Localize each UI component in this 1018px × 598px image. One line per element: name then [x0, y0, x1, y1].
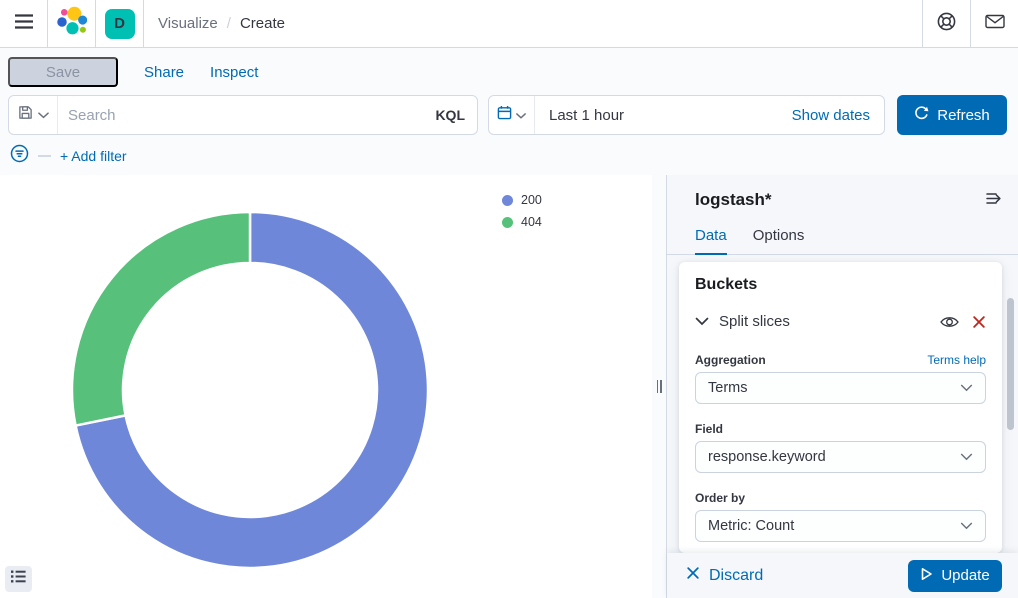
refresh-label: Refresh — [937, 107, 990, 124]
field-select[interactable]: response.keyword — [695, 441, 986, 473]
elastic-logo-icon — [56, 6, 87, 42]
order-by-label-row: Order by — [695, 491, 986, 505]
donut-chart[interactable] — [0, 175, 652, 598]
add-filter-button[interactable]: + Add filter — [60, 148, 127, 164]
split-slices-label: Split slices — [719, 313, 790, 330]
date-picker-group: Last 1 hour Show dates — [488, 95, 885, 135]
index-pattern-title: logstash* — [695, 190, 772, 210]
legend-item-404[interactable]: 404 — [502, 215, 542, 229]
search-input[interactable] — [58, 96, 435, 134]
filter-divider — [38, 155, 51, 157]
legend-dot — [502, 195, 513, 206]
time-range-value[interactable]: Last 1 hour — [535, 107, 624, 124]
saved-query-menu-button[interactable] — [9, 96, 58, 134]
remove-aggregation-x-icon[interactable] — [972, 315, 986, 329]
refresh-button[interactable]: Refresh — [897, 95, 1007, 135]
help-button[interactable] — [922, 0, 970, 47]
query-input-group: KQL — [8, 95, 478, 135]
field-label: Field — [695, 422, 723, 436]
chevron-down-icon — [960, 380, 973, 396]
list-icon — [11, 570, 26, 588]
toggle-visibility-eye-icon[interactable] — [940, 315, 959, 329]
chevron-down-icon[interactable] — [695, 317, 709, 326]
legend-toggle-button[interactable] — [5, 566, 32, 592]
filter-bar: + Add filter — [10, 144, 127, 168]
elastic-logo[interactable] — [48, 0, 96, 47]
breadcrumb-create: Create — [240, 15, 285, 32]
aggregation-label: Aggregation — [695, 353, 766, 367]
share-button[interactable]: Share — [144, 64, 184, 81]
order-by-select-value: Metric: Count — [708, 518, 794, 534]
inspect-button[interactable]: Inspect — [210, 64, 258, 81]
panel-scrollbar[interactable] — [1007, 298, 1014, 430]
update-label: Update — [941, 567, 989, 584]
panel-resizer-handle[interactable] — [652, 175, 666, 598]
visualize-toolbar: Save Share Inspect — [8, 57, 258, 87]
top-navigation: D Visualize / Create — [0, 0, 1018, 48]
lifebuoy-icon — [936, 11, 957, 37]
legend-label: 404 — [521, 215, 542, 229]
chevron-down-icon — [516, 106, 526, 124]
calendar-icon — [497, 105, 512, 125]
terms-help-link[interactable]: Terms help — [927, 353, 986, 367]
update-button[interactable]: Update — [908, 560, 1002, 592]
aggregation-select-value: Terms — [708, 380, 747, 396]
breadcrumb-visualize[interactable]: Visualize — [158, 15, 218, 32]
aggregation-select[interactable]: Terms — [695, 372, 986, 404]
quick-select-time-button[interactable] — [489, 96, 535, 134]
breadcrumb: Visualize / Create — [158, 15, 285, 32]
kql-language-button[interactable]: KQL — [435, 107, 477, 123]
menu-button[interactable] — [0, 0, 48, 47]
show-dates-button[interactable]: Show dates — [792, 107, 884, 124]
editor-bottom-bar: Discard Update — [667, 553, 1018, 598]
aggregation-label-row: Aggregation Terms help — [695, 353, 986, 367]
split-slices-row: Split slices — [695, 313, 986, 330]
envelope-icon — [985, 13, 1005, 35]
field-select-value: response.keyword — [708, 449, 826, 465]
pie-slice-404[interactable] — [72, 212, 250, 426]
tab-data[interactable]: Data — [695, 227, 727, 255]
chevron-down-icon — [960, 518, 973, 534]
space-switcher[interactable]: D — [96, 0, 144, 47]
save-query-icon — [18, 105, 33, 125]
filter-icon — [10, 144, 29, 168]
space-avatar: D — [105, 9, 135, 39]
buckets-card: Buckets Split slices Aggregation — [679, 262, 1002, 553]
legend-label: 200 — [521, 193, 542, 207]
order-by-label: Order by — [695, 491, 745, 505]
legend-item-200[interactable]: 200 — [502, 193, 542, 207]
newsfeed-button[interactable] — [970, 0, 1018, 47]
breadcrumb-separator: / — [227, 15, 231, 32]
field-label-row: Field — [695, 422, 986, 436]
collapse-panel-button[interactable] — [984, 190, 1005, 210]
legend-dot — [502, 217, 513, 228]
visualization-canvas: 200 404 — [0, 175, 652, 598]
discard-button[interactable]: Discard — [686, 566, 763, 585]
discard-label: Discard — [709, 567, 763, 585]
tab-options[interactable]: Options — [753, 227, 805, 254]
order-by-select[interactable]: Metric: Count — [695, 510, 986, 542]
kibana-visualize-screen: D Visualize / Create — [0, 0, 1018, 598]
buckets-title: Buckets — [695, 276, 986, 294]
chevron-down-icon — [38, 106, 49, 124]
menu-right-icon — [986, 192, 1003, 208]
refresh-icon — [914, 106, 929, 125]
chevron-down-icon — [960, 449, 973, 465]
visualization-editor-panel: logstash* Data Options Buckets Split sli… — [666, 175, 1018, 598]
chart-legend: 200 404 — [502, 193, 542, 229]
play-icon — [920, 567, 933, 585]
app-bars: Save Share Inspect KQL — [0, 48, 1018, 175]
editor-tabs: Data Options — [667, 227, 1018, 255]
close-icon — [686, 566, 700, 585]
hamburger-icon — [14, 14, 34, 34]
save-button[interactable]: Save — [8, 57, 118, 87]
panel-header: logstash* — [667, 175, 1018, 210]
